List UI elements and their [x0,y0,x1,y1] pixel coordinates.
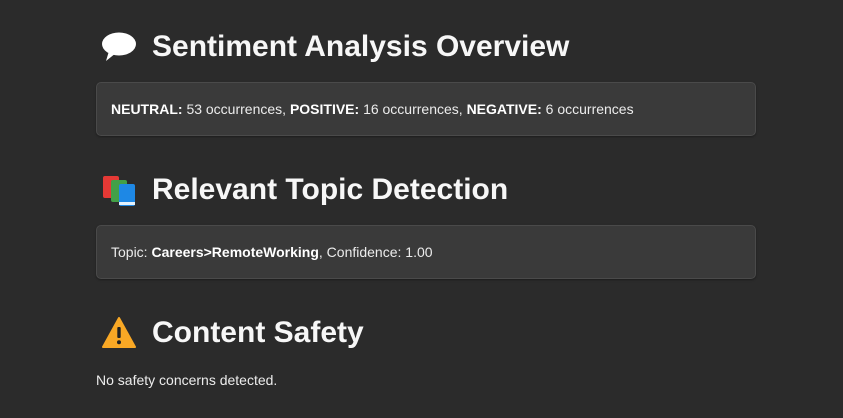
safety-heading: Content Safety [96,309,364,357]
safety-message: No safety concerns detected. [96,372,278,388]
sentiment-line: NEUTRAL: 53 occurrences, POSITIVE: 16 oc… [111,101,634,117]
topic-title: Relevant Topic Detection [152,173,509,206]
safety-title: Content Safety [152,316,364,349]
negative-label: NEGATIVE: [466,101,542,117]
topic-heading: Relevant Topic Detection [96,166,508,214]
sentiment-heading: Sentiment Analysis Overview [96,23,569,71]
positive-value: 16 occurrences [363,101,459,117]
warning-icon [100,314,138,352]
topic-line: Topic: Careers>RemoteWorking, Confidence… [111,244,433,260]
topic-card: Topic: Careers>RemoteWorking, Confidence… [96,225,756,279]
negative-value: 6 occurrences [545,101,634,117]
topic-value: Careers>RemoteWorking [151,244,319,260]
neutral-value: 53 occurrences [186,101,283,117]
sentiment-title: Sentiment Analysis Overview [152,30,570,63]
topic-prefix: Topic: [111,244,152,260]
speech-bubble-icon [100,28,138,66]
positive-sep: , [458,101,467,117]
sentiment-card: NEUTRAL: 53 occurrences, POSITIVE: 16 oc… [96,82,756,136]
books-icon [100,171,138,209]
positive-label: POSITIVE: [289,101,360,117]
neutral-sep: , [282,101,290,117]
topic-confidence: , Confidence: 1.00 [318,244,433,260]
neutral-label: NEUTRAL: [111,101,183,117]
